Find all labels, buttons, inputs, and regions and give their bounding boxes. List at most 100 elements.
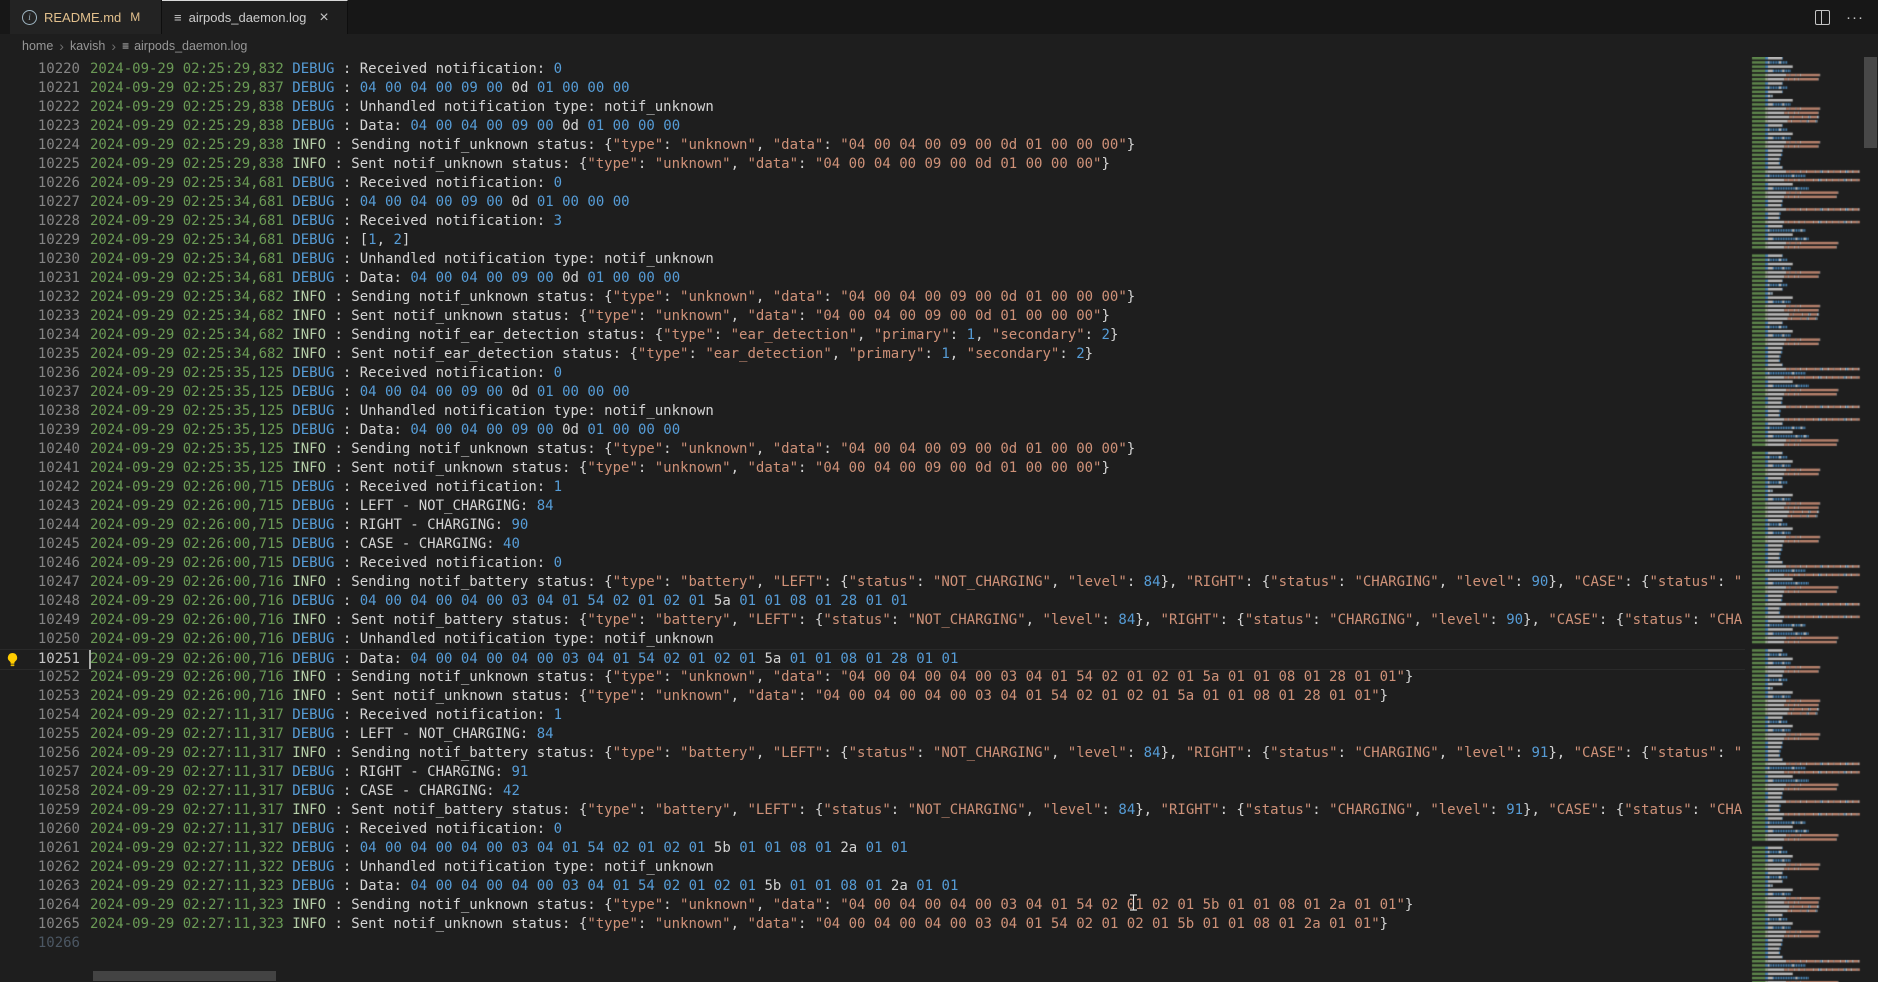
- line-number[interactable]: 10226: [0, 174, 80, 193]
- editor-content[interactable]: 102202024-09-29 02:25:29,832 DEBUG : Rec…: [0, 57, 1745, 962]
- log-line[interactable]: 10263 2024-09-29 02:27:11,323 DEBUG : Dat…: [0, 877, 1745, 896]
- line-number[interactable]: 10260: [0, 820, 80, 839]
- log-line[interactable]: 102202024-09-29 02:25:29,832 DEBUG : Rec…: [0, 60, 1745, 79]
- lightbulb-icon[interactable]: [5, 652, 20, 667]
- log-line-text[interactable]: 2024-09-29 02:26:00,716 DEBUG : Unhandle…: [90, 630, 1745, 649]
- log-line-text[interactable]: 2024-09-29 02:25:35,125 DEBUG : 04 00 04…: [90, 383, 1745, 402]
- log-line-text[interactable]: 2024-09-29 02:26:00,715 DEBUG : Received…: [90, 478, 1745, 497]
- log-line[interactable]: 102362024-09-29 02:25:35,125 DEBUG : Rec…: [0, 364, 1745, 383]
- line-number[interactable]: 10250: [0, 630, 80, 649]
- line-number[interactable]: 10240: [0, 440, 80, 459]
- log-line[interactable]: 102312024-09-29 02:25:34,681 DEBUG : Dat…: [0, 269, 1745, 288]
- log-line-text[interactable]: 2024-09-29 02:25:29,838 DEBUG : Data: 04…: [90, 117, 1745, 136]
- log-line[interactable]: 10247 2024-09-29 02:26:00,716 INFO : Send…: [0, 573, 1745, 592]
- log-line-text[interactable]: 2024-09-29 02:25:35,125 INFO : Sending n…: [90, 440, 1745, 459]
- line-number[interactable]: 10220: [0, 60, 80, 79]
- log-line-text[interactable]: 2024-09-29 02:27:11,323 INFO : Sent noti…: [90, 915, 1745, 934]
- log-line[interactable]: 10249 2024-09-29 02:26:00,716 INFO : Sent…: [0, 611, 1745, 630]
- line-number[interactable]: 10234: [0, 326, 80, 345]
- log-line-text[interactable]: 2024-09-29 02:26:00,716 INFO : Sending n…: [90, 668, 1745, 687]
- log-line-text[interactable]: 2024-09-29 02:27:11,317 DEBUG : Received…: [90, 820, 1745, 839]
- breadcrumb-kavish[interactable]: kavish: [70, 39, 105, 53]
- log-line[interactable]: 102272024-09-29 02:25:34,681 DEBUG : 04 …: [0, 193, 1745, 212]
- log-line-text[interactable]: 2024-09-29 02:27:11,317 DEBUG : LEFT - N…: [90, 725, 1745, 744]
- log-line[interactable]: 102352024-09-29 02:25:34,682 INFO : Sent…: [0, 345, 1745, 364]
- log-line[interactable]: 102332024-09-29 02:25:34,682 INFO : Sent…: [0, 307, 1745, 326]
- log-line-text[interactable]: 2024-09-29 02:27:11,323 INFO : Sending n…: [90, 896, 1745, 915]
- log-line[interactable]: 102442024-09-29 02:26:00,715 DEBUG : RIG…: [0, 516, 1745, 535]
- line-number[interactable]: 10265: [0, 915, 80, 934]
- line-number[interactable]: 10225: [0, 155, 80, 174]
- log-line[interactable]: 10265 2024-09-29 02:27:11,323 INFO : Sent…: [0, 915, 1745, 934]
- line-number[interactable]: 10255: [0, 725, 80, 744]
- log-line-text[interactable]: 2024-09-29 02:27:11,323 DEBUG : Data: 04…: [90, 877, 1745, 896]
- log-line[interactable]: 102592024-09-29 02:27:11,317 INFO : Sent…: [0, 801, 1745, 820]
- log-line[interactable]: 10239 2024-09-29 02:25:35,125 DEBUG : Dat…: [0, 421, 1745, 440]
- line-number[interactable]: 10264: [0, 896, 80, 915]
- line-number[interactable]: 10245: [0, 535, 80, 554]
- log-line[interactable]: 102512024-09-29 02:26:00,716 DEBUG : Dat…: [0, 649, 1745, 670]
- more-actions-icon[interactable]: ···: [1846, 11, 1864, 24]
- log-line-text[interactable]: 2024-09-29 02:25:34,681 DEBUG : [1, 2]: [90, 231, 1745, 250]
- log-line[interactable]: 102412024-09-29 02:25:35,125 INFO : Sent…: [0, 459, 1745, 478]
- log-line[interactable]: 10260 2024-09-29 02:27:11,317 DEBUG : Rec…: [0, 820, 1745, 839]
- line-number[interactable]: 10246: [0, 554, 80, 573]
- line-number[interactable]: 10252: [0, 668, 80, 687]
- line-number[interactable]: 10223: [0, 117, 80, 136]
- line-number[interactable]: 10230: [0, 250, 80, 269]
- log-line[interactable]: 102342024-09-29 02:25:34,682 INFO : Send…: [0, 326, 1745, 345]
- line-number[interactable]: 10266: [0, 934, 80, 953]
- log-line[interactable]: 10264 2024-09-29 02:27:11,323 INFO : Send…: [0, 896, 1745, 915]
- line-number[interactable]: 10263: [0, 877, 80, 896]
- log-line[interactable]: 102292024-09-29 02:25:34,681 DEBUG : [1,…: [0, 231, 1745, 250]
- log-line[interactable]: 10250 2024-09-29 02:26:00,716 DEBUG : Unh…: [0, 630, 1745, 649]
- log-line[interactable]: 102212024-09-29 02:25:29,837 DEBUG : 04 …: [0, 79, 1745, 98]
- line-number[interactable]: 10257: [0, 763, 80, 782]
- log-line-text[interactable]: 2024-09-29 02:25:29,837 DEBUG : 04 00 04…: [90, 79, 1745, 98]
- log-line-text[interactable]: 2024-09-29 02:25:35,125 DEBUG : Data: 04…: [90, 421, 1745, 440]
- log-line[interactable]: 102562024-09-29 02:27:11,317 INFO : Send…: [0, 744, 1745, 763]
- log-line-text[interactable]: 2024-09-29 02:26:00,715 DEBUG : CASE - C…: [90, 535, 1745, 554]
- line-number[interactable]: 10244: [0, 516, 80, 535]
- line-number[interactable]: 10249: [0, 611, 80, 630]
- log-line-text[interactable]: 2024-09-29 02:27:11,317 DEBUG : CASE - C…: [90, 782, 1745, 801]
- line-number[interactable]: 10239: [0, 421, 80, 440]
- line-number[interactable]: 10243: [0, 497, 80, 516]
- line-number[interactable]: 10248: [0, 592, 80, 611]
- breadcrumb-file[interactable]: ≡ airpods_daemon.log: [122, 39, 247, 53]
- log-line[interactable]: 102322024-09-29 02:25:34,682 INFO : Send…: [0, 288, 1745, 307]
- line-number[interactable]: 10224: [0, 136, 80, 155]
- log-line-text[interactable]: 2024-09-29 02:27:11,317 DEBUG : RIGHT - …: [90, 763, 1745, 782]
- log-line-text[interactable]: 2024-09-29 02:26:00,716 INFO : Sending n…: [90, 573, 1745, 592]
- tab-readme[interactable]: i README.md M: [10, 0, 162, 34]
- log-line[interactable]: 10240 2024-09-29 02:25:35,125 INFO : Send…: [0, 440, 1745, 459]
- log-line[interactable]: 102532024-09-29 02:26:00,716 INFO : Sent…: [0, 687, 1745, 706]
- line-number[interactable]: 10247: [0, 573, 80, 592]
- log-line-text[interactable]: 2024-09-29 02:25:35,125 DEBUG : Unhandle…: [90, 402, 1745, 421]
- log-line[interactable]: 10252 2024-09-29 02:26:00,716 INFO : Send…: [0, 668, 1745, 687]
- line-number[interactable]: 10262: [0, 858, 80, 877]
- vertical-scrollbar-thumb[interactable]: [1864, 57, 1877, 148]
- line-number[interactable]: 10242: [0, 478, 80, 497]
- log-line[interactable]: 10245 2024-09-29 02:26:00,715 DEBUG : CAS…: [0, 535, 1745, 554]
- log-line-text[interactable]: 2024-09-29 02:25:34,681 DEBUG : Data: 04…: [90, 269, 1745, 288]
- close-icon[interactable]: ×: [319, 10, 328, 26]
- log-line-text[interactable]: 2024-09-29 02:26:00,715 DEBUG : Received…: [90, 554, 1745, 573]
- log-line[interactable]: 102582024-09-29 02:27:11,317 DEBUG : CAS…: [0, 782, 1745, 801]
- line-number[interactable]: 10259: [0, 801, 80, 820]
- log-line[interactable]: 10255 2024-09-29 02:27:11,317 DEBUG : LEF…: [0, 725, 1745, 744]
- log-line-text[interactable]: 2024-09-29 02:25:34,682 INFO : Sent noti…: [90, 345, 1745, 364]
- log-line-text[interactable]: 2024-09-29 02:27:11,322 DEBUG : Unhandle…: [90, 858, 1745, 877]
- log-line[interactable]: 102382024-09-29 02:25:35,125 DEBUG : Unh…: [0, 402, 1745, 421]
- log-line-text[interactable]: 2024-09-29 02:25:34,682 INFO : Sent noti…: [90, 307, 1745, 326]
- log-line[interactable]: 102542024-09-29 02:27:11,317 DEBUG : Rec…: [0, 706, 1745, 725]
- log-line[interactable]: 102432024-09-29 02:26:00,715 DEBUG : LEF…: [0, 497, 1745, 516]
- line-number[interactable]: 10227: [0, 193, 80, 212]
- log-line-text[interactable]: 2024-09-29 02:27:11,322 DEBUG : 04 00 04…: [90, 839, 1745, 858]
- line-number[interactable]: 10241: [0, 459, 80, 478]
- line-number[interactable]: 10222: [0, 98, 80, 117]
- log-line-text[interactable]: 2024-09-29 02:26:00,716 INFO : Sent noti…: [90, 611, 1745, 630]
- log-line[interactable]: 102482024-09-29 02:26:00,716 DEBUG : 04 …: [0, 592, 1745, 611]
- log-line-text[interactable]: 2024-09-29 02:26:00,716 INFO : Sent noti…: [90, 687, 1745, 706]
- split-editor-icon[interactable]: [1815, 10, 1830, 25]
